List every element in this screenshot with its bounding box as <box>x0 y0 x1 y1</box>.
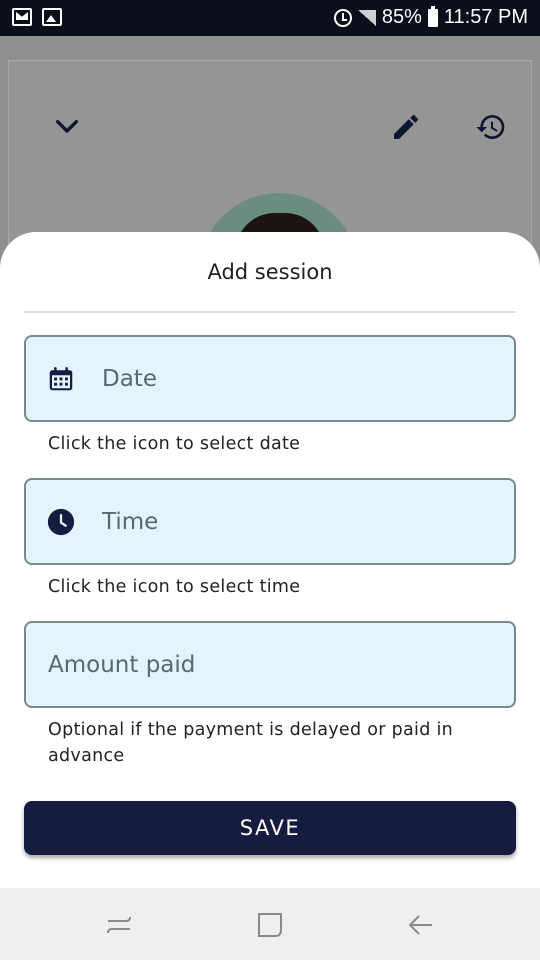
clock-icon[interactable] <box>46 507 76 537</box>
battery-percentage: 85% <box>381 6 422 28</box>
clock-time: 11:57 PM <box>443 6 528 28</box>
divider <box>24 311 516 313</box>
back-icon[interactable] <box>406 910 436 940</box>
alarm-icon <box>333 8 352 27</box>
calendar-icon[interactable] <box>46 364 76 394</box>
amount-field[interactable] <box>24 621 516 708</box>
time-field[interactable] <box>24 478 516 565</box>
amount-helper-text: Optional if the payment is delayed or pa… <box>48 720 454 766</box>
pencil-icon <box>390 111 422 147</box>
save-button[interactable]: SAVE <box>24 801 516 855</box>
status-indicators: 85% 11:57 PM <box>333 5 528 29</box>
time-input[interactable] <box>102 480 502 563</box>
notification-icons <box>12 8 62 26</box>
history-icon <box>475 111 507 147</box>
navigation-bar <box>0 888 540 960</box>
chevron-down-icon <box>51 111 83 147</box>
date-helper-text: Click the icon to select date <box>48 434 301 454</box>
sheet-title: Add session <box>207 260 333 284</box>
date-input[interactable] <box>102 337 502 420</box>
add-session-sheet: Add session Click the icon to select dat… <box>0 232 540 888</box>
gallery-notification-icon <box>42 8 62 26</box>
mail-notification-icon <box>12 8 32 26</box>
battery-icon <box>427 5 438 27</box>
amount-paid-input[interactable] <box>48 623 498 706</box>
home-icon[interactable] <box>255 910 285 940</box>
time-helper-text: Click the icon to select time <box>48 577 301 597</box>
status-bar: 85% 11:57 PM <box>0 0 540 36</box>
recent-apps-icon[interactable] <box>104 910 134 940</box>
signal-icon <box>357 9 376 26</box>
date-field[interactable] <box>24 335 516 422</box>
